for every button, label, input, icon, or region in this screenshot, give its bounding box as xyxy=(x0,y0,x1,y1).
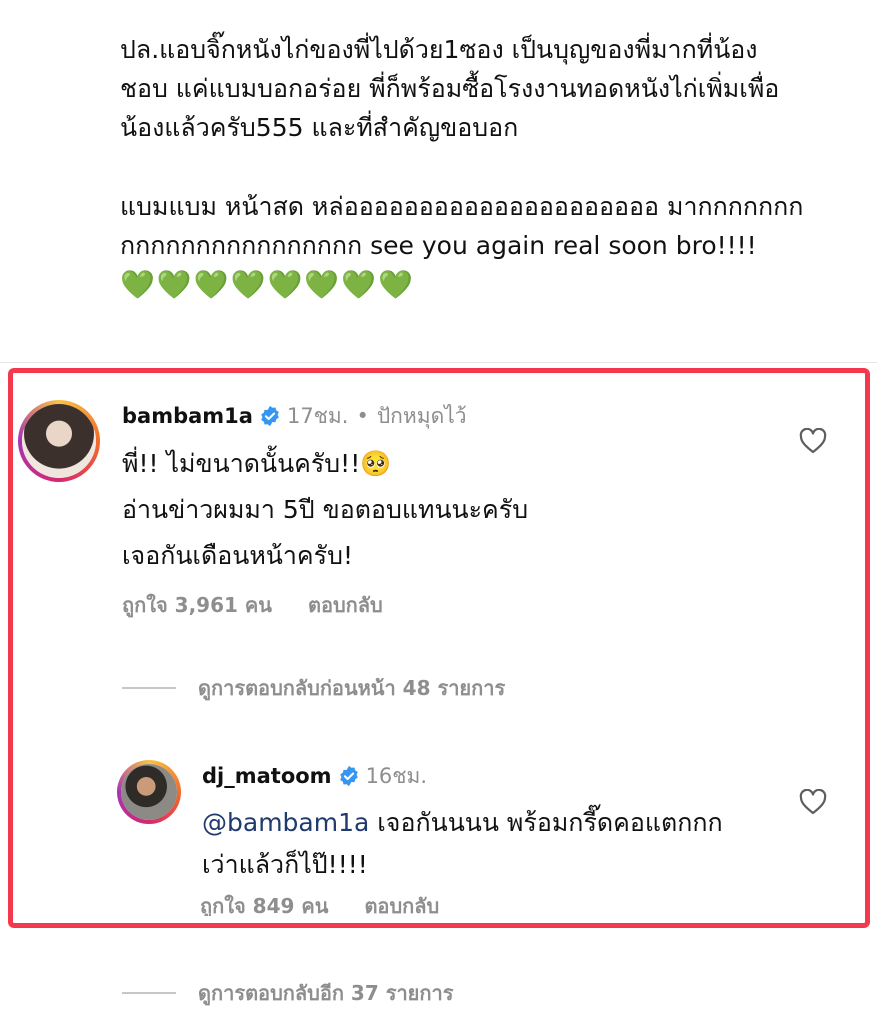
caption-line: กกกกกกกกกกกกกกกก see you again real soon… xyxy=(120,231,757,260)
view-more-replies[interactable]: ดูการตอบกลับอีก 37 รายการ xyxy=(122,979,453,1007)
comment-line: พี่!! ไม่ขนาดนั้นครับ!!🥺 xyxy=(122,449,392,478)
caption-line: น้องแล้วครับ555 และที่สำคัญขอบอก xyxy=(120,113,519,142)
comment-header: bambam1a 17ชม. • ปักหมุดไว้ xyxy=(122,402,467,430)
reply-text: @bambam1a เจอกันนนน พร้อมกรี๊ดคอแตกกก เว… xyxy=(202,802,723,886)
post-caption: ปล.แอบจิ๊กหนังไก่ของพี่ไปด้วย1ซอง เป็นบุ… xyxy=(120,30,850,305)
comment-text: พี่!! ไม่ขนาดนั้นครับ!!🥺 อ่านข่าวผมมา 5ป… xyxy=(122,441,528,579)
replies-line xyxy=(122,687,176,689)
pinned-label: ปักหมุดไว้ xyxy=(376,404,467,428)
verified-badge-icon xyxy=(261,405,279,427)
meta-separator: • xyxy=(356,404,369,428)
view-previous-replies[interactable]: ดูการตอบกลับก่อนหน้า 48 รายการ xyxy=(122,674,505,702)
like-heart-icon[interactable] xyxy=(799,789,827,815)
caption-line: ปล.แอบจิ๊กหนังไก่ของพี่ไปด้วย1ซอง เป็นบุ… xyxy=(120,35,758,64)
replies-line xyxy=(122,992,176,994)
avatar[interactable] xyxy=(18,400,100,482)
divider xyxy=(0,362,877,363)
comment-line: เจอกันเดือนหน้าครับ! xyxy=(122,541,353,570)
caption-line: แบมแบม หน้าสด หล่อออออออออออออออออออออ ม… xyxy=(120,192,804,221)
mention-link[interactable]: @bambam1a xyxy=(202,808,369,837)
avatar[interactable] xyxy=(117,760,181,824)
comment-actions: ถูกใจ 3,961 คน ตอบกลับ xyxy=(122,591,383,619)
comment-time: 17ชม. xyxy=(286,404,349,428)
comment-line: อ่านข่าวผมมา 5ปี ขอตอบแทนนะครับ xyxy=(122,495,529,524)
like-count[interactable]: ถูกใจ 3,961 คน xyxy=(122,591,272,619)
comment-username[interactable]: bambam1a xyxy=(122,402,253,430)
caption-line: ชอบ แค่แบมบอกอร่อย พี่ก็พร้อมซื้อโรงงานท… xyxy=(120,74,780,103)
like-count[interactable]: ถูกใจ 849 คน xyxy=(200,892,328,916)
reply-time: 16ชม. xyxy=(365,764,428,788)
view-previous-label: ดูการตอบกลับก่อนหน้า 48 รายการ xyxy=(198,676,506,700)
reply-header: dj_matoom 16ชม. xyxy=(202,762,427,790)
reply-line: เว่าแล้วก็ไป๊!!!! xyxy=(202,850,368,879)
reply-button[interactable]: ตอบกลับ xyxy=(308,591,383,619)
reply-username[interactable]: dj_matoom xyxy=(202,762,332,790)
reply-button[interactable]: ตอบกลับ xyxy=(364,892,439,916)
reply-line: เจอกันนนน พร้อมกรี๊ดคอแตกกก xyxy=(369,808,723,837)
green-hearts-emoji: 💚💚💚💚💚💚💚💚 xyxy=(120,268,415,301)
view-more-label: ดูการตอบกลับอีก 37 รายการ xyxy=(198,981,454,1005)
like-heart-icon[interactable] xyxy=(799,428,827,454)
verified-badge-icon xyxy=(339,765,358,787)
reply-actions-clipped: ถูกใจ 849 คน ตอบกลับ xyxy=(200,892,500,916)
reply-actions: ถูกใจ 849 คน ตอบกลับ xyxy=(200,892,439,916)
